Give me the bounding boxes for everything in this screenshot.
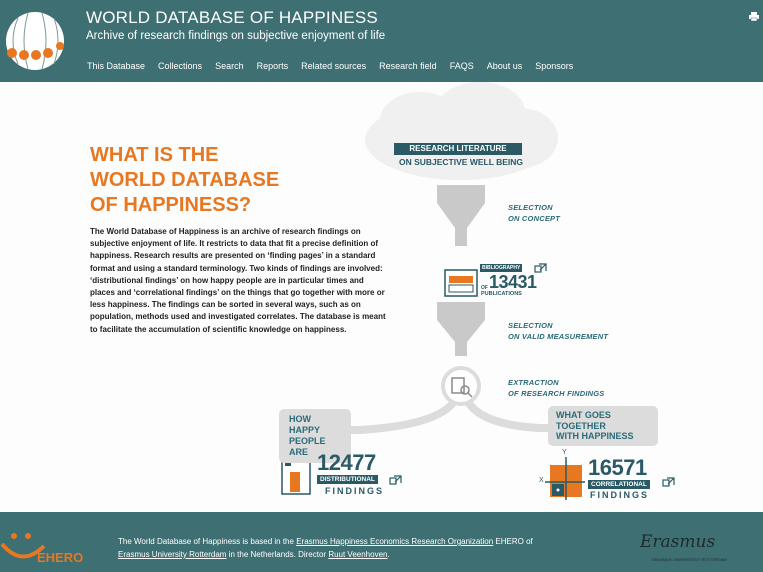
right-box-line1: WHAT GOES <box>556 410 611 420</box>
step-selection-concept: SELECTION ON CONCEPT <box>508 202 560 224</box>
correlational-unit: FINDINGS <box>590 490 650 500</box>
funnel-1 <box>437 185 485 246</box>
external-link-icon <box>534 263 547 273</box>
main-nav: This Database Collections Search Reports… <box>87 61 586 71</box>
correlational-link[interactable]: CORRELATIONAL <box>588 480 650 489</box>
nav-reports[interactable]: Reports <box>257 61 289 71</box>
site-header: WORLD DATABASE OF HAPPINESS Archive of r… <box>0 0 763 82</box>
what-goes-together-box: WHAT GOES TOGETHER WITH HAPPINESS <box>548 406 658 446</box>
ehero-logo-text[interactable]: EHERO <box>37 550 83 565</box>
nav-search[interactable]: Search <box>215 61 244 71</box>
intro-paragraph: The World Database of Happiness is an ar… <box>90 227 386 334</box>
footer-text-mid1: EHERO of <box>493 537 533 546</box>
bibliography-count: 13431 <box>489 272 537 292</box>
erasmus-caption: ERASMUS UNIVERSITEIT ROTTERDAM <box>652 557 727 562</box>
erasmus-logo[interactable]: Erasmus <box>640 532 715 552</box>
footer-text-suffix: . <box>387 550 390 559</box>
magnifier-icon <box>451 377 473 398</box>
nav-sponsors[interactable]: Sponsors <box>535 61 573 71</box>
director-link[interactable]: Ruut Veenhoven <box>328 550 387 559</box>
footer-text: The World Database of Happiness is based… <box>118 535 608 561</box>
step3-line1: EXTRACTION <box>508 378 559 387</box>
scatter-axes-icon <box>545 457 585 500</box>
step-selection-measurement: SELECTION ON VALID MEASUREMENT <box>508 320 608 342</box>
y-axis-label: Y <box>562 449 567 456</box>
footer-text-mid2: in the Netherlands. Director <box>226 550 329 559</box>
footer-text-prefix: The World Database of Happiness is based… <box>118 537 297 546</box>
distributional-count: 12477 <box>317 450 376 475</box>
page-heading: WHAT IS THE WORLD DATABASE OF HAPPINESS? <box>90 143 350 218</box>
archive-box-icon <box>444 269 478 297</box>
step-extraction: EXTRACTION OF RESEARCH FINDINGS <box>508 377 605 399</box>
site-title: WORLD DATABASE OF HAPPINESS <box>86 8 378 27</box>
x-axis-label: X <box>539 477 544 484</box>
nav-collections[interactable]: Collections <box>158 61 202 71</box>
distributional-unit: FINDINGS <box>325 486 385 496</box>
right-box-line2: TOGETHER <box>556 420 606 431</box>
right-box-line3: WITH HAPPINESS <box>556 431 634 441</box>
correlational-count: 16571 <box>588 455 647 480</box>
bibliography-link[interactable]: BIBLIOGRAPHY <box>480 264 523 272</box>
research-literature-sublabel: ON SUBJECTIVE WELL BEING <box>398 157 524 167</box>
ehero-link[interactable]: Erasmus Happiness Economics Research Org… <box>296 537 493 546</box>
research-literature-label: RESEARCH LITERATURE <box>394 143 522 155</box>
nav-related-sources[interactable]: Related sources <box>301 61 366 71</box>
distributional-link[interactable]: DISTRIBUTIONAL <box>317 475 378 484</box>
printer-icon[interactable] <box>749 12 759 21</box>
bibliography-unit: PUBLICATIONS <box>481 291 522 297</box>
nav-research-field[interactable]: Research field <box>379 61 437 71</box>
nav-this-database[interactable]: This Database <box>87 61 145 71</box>
branch-right <box>463 397 560 432</box>
heading-line-1: WHAT IS THE <box>90 144 219 166</box>
heading-line-3: OF HAPPINESS? <box>90 194 252 216</box>
bar-chart-icon <box>281 459 311 495</box>
erasmus-university-link[interactable]: Erasmus University Rotterdam <box>118 550 226 559</box>
nav-about-us[interactable]: About us <box>487 61 523 71</box>
site-subtitle: Archive of research findings on subjecti… <box>86 30 386 42</box>
external-link-icon <box>662 477 675 487</box>
step2-line2: ON VALID MEASUREMENT <box>508 332 609 341</box>
extraction-circle <box>441 366 481 406</box>
heading-line-2: WORLD DATABASE <box>90 169 280 191</box>
step2-line1: SELECTION <box>508 321 553 330</box>
step1-line1: SELECTION <box>508 203 553 212</box>
funnel-2 <box>437 302 485 356</box>
nav-faqs[interactable]: FAQS <box>450 61 474 71</box>
happiness-globe-logo[interactable] <box>4 8 68 74</box>
left-box-line1: HOW HAPPY <box>289 414 321 435</box>
step3-line2: OF RESEARCH FINDINGS <box>508 389 605 398</box>
page: WORLD DATABASE OF HAPPINESS Archive of r… <box>0 0 763 572</box>
external-link-icon <box>389 475 402 485</box>
step1-line2: ON CONCEPT <box>508 214 561 223</box>
